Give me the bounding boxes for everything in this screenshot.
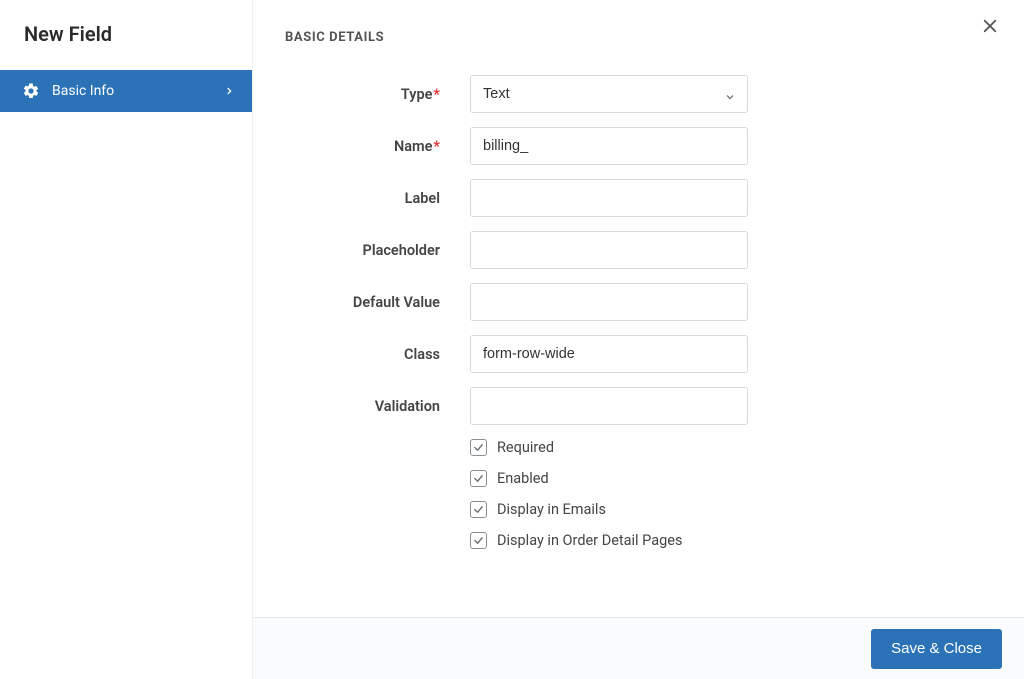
check-icon — [473, 535, 484, 546]
label-label: Label — [285, 190, 470, 207]
modal-footer: Save & Close — [253, 617, 1024, 679]
class-input[interactable] — [470, 335, 748, 373]
close-button[interactable] — [978, 16, 1002, 40]
sidebar: New Field Basic Info — [0, 0, 253, 679]
check-icon — [473, 442, 484, 453]
required-checkbox[interactable] — [470, 439, 487, 456]
display-emails-checkbox[interactable] — [470, 501, 487, 518]
label-name: Name* — [285, 138, 470, 155]
enabled-checkbox-label: Enabled — [497, 470, 549, 487]
new-field-modal: New Field Basic Info BASIC DETAILS — [0, 0, 1024, 679]
check-icon — [473, 504, 484, 515]
form-content: BASIC DETAILS Type* Text Name* — [253, 0, 1024, 617]
chevron-right-icon — [224, 86, 234, 96]
save-and-close-button[interactable]: Save & Close — [871, 629, 1002, 669]
display-order-pages-checkbox[interactable] — [470, 532, 487, 549]
sidebar-item-basic-info[interactable]: Basic Info — [0, 70, 252, 112]
display-order-pages-checkbox-label: Display in Order Detail Pages — [497, 532, 682, 549]
label-default-value: Default Value — [285, 294, 470, 311]
display-emails-checkbox-label: Display in Emails — [497, 501, 606, 518]
check-icon — [473, 473, 484, 484]
main-panel: BASIC DETAILS Type* Text Name* — [253, 0, 1024, 679]
placeholder-input[interactable] — [470, 231, 748, 269]
default-value-input[interactable] — [470, 283, 748, 321]
sidebar-item-label: Basic Info — [52, 83, 114, 99]
basic-details-form: Type* Text Name* Label — [285, 75, 972, 549]
label-type: Type* — [285, 86, 470, 103]
close-icon — [981, 17, 999, 39]
validation-input[interactable] — [470, 387, 748, 425]
gear-icon — [22, 82, 40, 100]
required-checkbox-label: Required — [497, 439, 554, 456]
name-input[interactable] — [470, 127, 748, 165]
enabled-checkbox[interactable] — [470, 470, 487, 487]
label-input[interactable] — [470, 179, 748, 217]
label-placeholder: Placeholder — [285, 242, 470, 259]
label-class: Class — [285, 346, 470, 363]
sidebar-title: New Field — [0, 0, 252, 70]
label-validation: Validation — [285, 398, 470, 415]
type-select[interactable]: Text — [470, 75, 748, 113]
section-title: BASIC DETAILS — [285, 30, 972, 75]
